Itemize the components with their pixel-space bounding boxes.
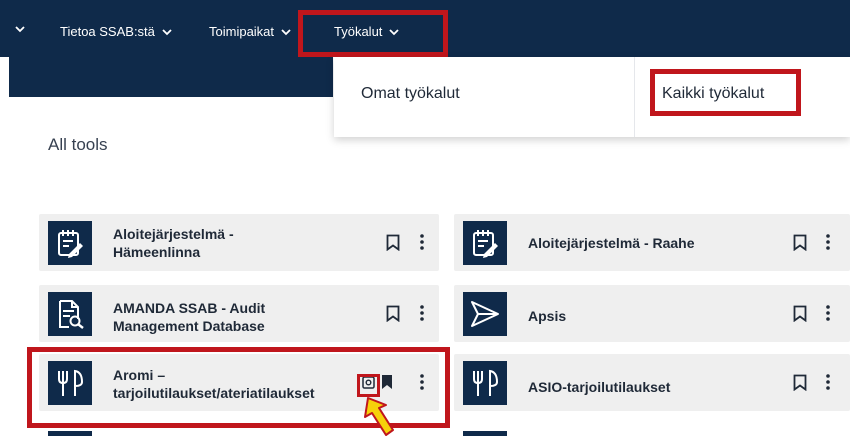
dropdown-divider	[634, 57, 635, 137]
next-row-icon-edge	[48, 431, 92, 436]
tool-name: AMANDA SSAB - Audit Management Database	[113, 300, 266, 334]
more-options-icon[interactable]	[419, 233, 425, 251]
nav-menu-locations[interactable]: Toimipaikat	[209, 24, 292, 39]
highlight-tools-menu	[298, 10, 448, 57]
nav-menu-locations-label: Toimipaikat	[209, 24, 275, 39]
chevron-down-icon	[14, 24, 26, 34]
chevron-down-icon	[280, 27, 292, 37]
page-title: All tools	[48, 135, 108, 154]
more-options-icon[interactable]	[825, 373, 831, 391]
tool-card[interactable]: Apsis	[454, 285, 850, 342]
send-icon	[463, 292, 507, 336]
bookmark-icon[interactable]	[793, 305, 807, 322]
highlight-external-link	[357, 374, 380, 397]
bookmark-icon[interactable]	[793, 234, 807, 251]
nav-menu-prev[interactable]	[14, 24, 26, 34]
notepad-pen-icon	[48, 221, 92, 265]
tool-name: Aloitejärjestelmä - Raahe	[528, 235, 695, 251]
bookmark-icon[interactable]	[386, 305, 400, 322]
tool-card[interactable]: ASIO-tarjoilutilaukset	[454, 354, 850, 411]
nav-menu-about-label: Tietoa SSAB:stä	[60, 24, 155, 39]
notepad-pen-icon	[463, 221, 507, 265]
next-row-icon-edge	[463, 431, 507, 436]
chevron-down-icon	[161, 27, 173, 37]
tool-card[interactable]: AMANDA SSAB - Audit Management Database	[39, 285, 439, 342]
tool-name: Aloitejärjestelmä - Hämeenlinna	[113, 226, 234, 260]
more-options-icon[interactable]	[419, 304, 425, 322]
more-options-icon[interactable]	[825, 233, 831, 251]
more-options-icon[interactable]	[825, 304, 831, 322]
nav-band	[9, 57, 333, 97]
arrow-pointer-icon	[364, 397, 394, 436]
tool-card[interactable]: Aloitejärjestelmä - Raahe	[454, 214, 850, 271]
fork-knife-icon	[463, 361, 507, 405]
bookmark-icon[interactable]	[386, 234, 400, 251]
document-search-icon	[48, 292, 92, 336]
bookmark-icon[interactable]	[793, 374, 807, 391]
nav-menu-about[interactable]: Tietoa SSAB:stä	[60, 24, 173, 39]
tool-name: Apsis	[528, 308, 567, 324]
highlight-all-tools	[650, 69, 801, 116]
menu-item-own-tools[interactable]: Omat työkalut	[361, 85, 460, 103]
tool-name: ASIO-tarjoilutilaukset	[528, 379, 671, 395]
tool-card[interactable]: Aloitejärjestelmä - Hämeenlinna	[39, 214, 439, 271]
